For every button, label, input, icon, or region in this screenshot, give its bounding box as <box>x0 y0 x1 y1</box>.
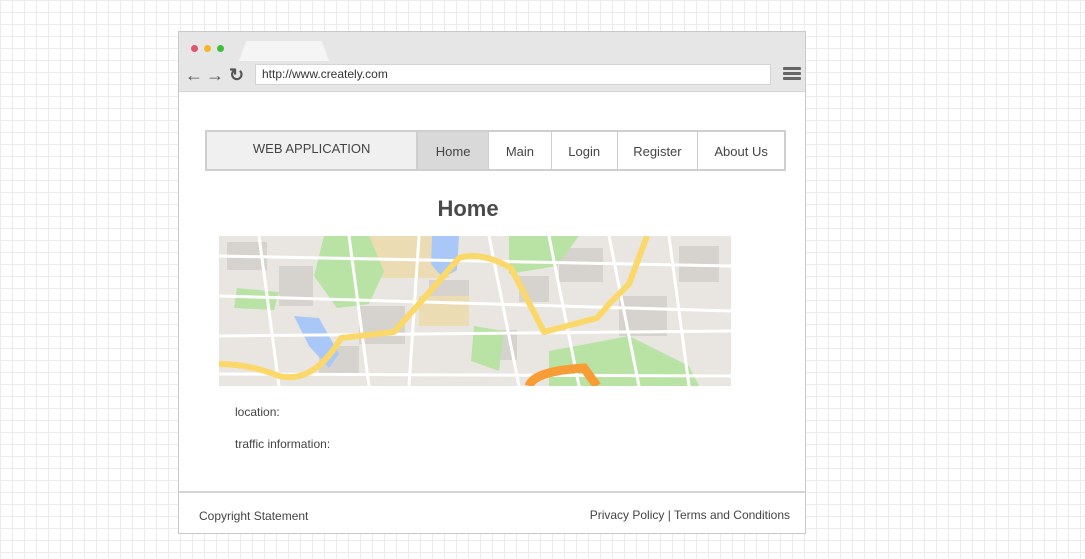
reload-icon[interactable]: ↻ <box>229 65 244 85</box>
site-navigation: WEB APPLICATION Home Main Login Register… <box>205 130 786 171</box>
page-footer: Copyright Statement Privacy Policy | Ter… <box>179 491 805 533</box>
nav-login[interactable]: Login <box>552 132 618 169</box>
address-bar[interactable]: http://www.creately.com <box>255 64 771 85</box>
page-title: Home <box>437 196 499 221</box>
location-label: location: <box>235 405 280 419</box>
nav-about-us[interactable]: About Us <box>698 132 784 169</box>
browser-tab[interactable] <box>239 41 329 61</box>
minimize-window-dot[interactable] <box>204 45 211 52</box>
forward-arrow-icon[interactable]: → <box>206 65 224 85</box>
site-brand: WEB APPLICATION <box>207 132 419 169</box>
copyright-statement: Copyright Statement <box>199 509 309 523</box>
footer-links[interactable]: Privacy Policy | Terms and Conditions <box>590 508 790 522</box>
nav-register[interactable]: Register <box>618 132 699 169</box>
traffic-information-label: traffic information: <box>235 437 331 451</box>
back-arrow-icon[interactable]: ← <box>185 65 203 85</box>
nav-main[interactable]: Main <box>489 132 552 169</box>
browser-toolbar: ← → ↻ http://www.creately.com <box>179 32 805 92</box>
hamburger-menu-icon[interactable] <box>783 67 801 81</box>
close-window-dot[interactable] <box>191 45 198 52</box>
browser-window: ← → ↻ http://www.creately.com WEB APPLIC… <box>178 31 806 534</box>
maximize-window-dot[interactable] <box>217 45 224 52</box>
nav-home[interactable]: Home <box>418 132 490 169</box>
map-image[interactable] <box>219 236 731 386</box>
